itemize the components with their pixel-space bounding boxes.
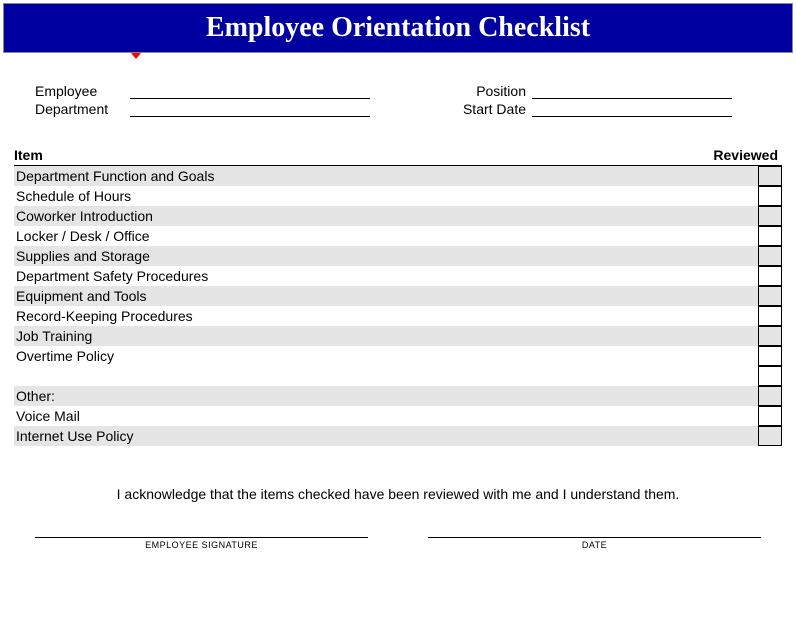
employee-field[interactable] xyxy=(130,98,370,99)
column-item: Item xyxy=(14,147,710,163)
checklist-item: Schedule of Hours xyxy=(14,186,756,206)
checklist-item: Record-Keeping Procedures xyxy=(14,306,756,326)
other-label: Other: xyxy=(14,386,756,406)
checklist-item: Locker / Desk / Office xyxy=(14,226,756,246)
reviewed-checkbox[interactable] xyxy=(758,266,782,286)
checklist-item: Coworker Introduction xyxy=(14,206,756,226)
date-signature-line[interactable] xyxy=(428,537,761,538)
employee-signature-label: EMPLOYEE SIGNATURE xyxy=(35,540,368,550)
checklist-item: Overtime Policy xyxy=(14,346,756,366)
reviewed-checkbox[interactable] xyxy=(758,346,782,366)
checklist-table: Item Reviewed Department Function and Go… xyxy=(14,147,782,446)
reviewed-checkbox[interactable] xyxy=(758,206,782,226)
checklist-item: Equipment and Tools xyxy=(14,286,756,306)
start-date-field[interactable] xyxy=(532,116,732,117)
reviewed-checkbox[interactable] xyxy=(758,426,782,446)
employee-signature-line[interactable] xyxy=(35,537,368,538)
reviewed-checkbox[interactable] xyxy=(758,326,782,346)
comment-indicator-icon xyxy=(131,53,141,59)
checklist-item: Job Training xyxy=(14,326,756,346)
checklist-item: Supplies and Storage xyxy=(14,246,756,266)
other-item: Internet Use Policy xyxy=(14,426,756,446)
checklist-item: Department Function and Goals xyxy=(14,166,756,186)
position-label: Position xyxy=(460,83,532,99)
other-item: Voice Mail xyxy=(14,406,756,426)
start-date-label: Start Date xyxy=(460,101,532,117)
reviewed-checkbox[interactable] xyxy=(758,306,782,326)
blank-row xyxy=(14,366,756,386)
reviewed-checkbox[interactable] xyxy=(758,406,782,426)
acknowledgement-text: I acknowledge that the items checked hav… xyxy=(0,486,796,502)
reviewed-checkbox[interactable] xyxy=(758,226,782,246)
page-title: Employee Orientation Checklist xyxy=(3,3,793,53)
employee-info: Employee Position Department Start Date xyxy=(35,83,761,117)
reviewed-checkbox[interactable] xyxy=(758,386,782,406)
reviewed-checkbox[interactable] xyxy=(758,286,782,306)
reviewed-checkbox[interactable] xyxy=(758,166,782,186)
signature-section: EMPLOYEE SIGNATURE DATE xyxy=(35,537,761,550)
employee-label: Employee xyxy=(35,83,130,99)
department-label: Department xyxy=(35,101,130,117)
department-field[interactable] xyxy=(130,116,370,117)
reviewed-checkbox[interactable] xyxy=(758,246,782,266)
date-signature-label: DATE xyxy=(428,540,761,550)
reviewed-checkbox[interactable] xyxy=(758,366,782,386)
position-field[interactable] xyxy=(532,98,732,99)
checklist-item: Department Safety Procedures xyxy=(14,266,756,286)
column-reviewed: Reviewed xyxy=(710,147,782,163)
reviewed-checkbox[interactable] xyxy=(758,186,782,206)
